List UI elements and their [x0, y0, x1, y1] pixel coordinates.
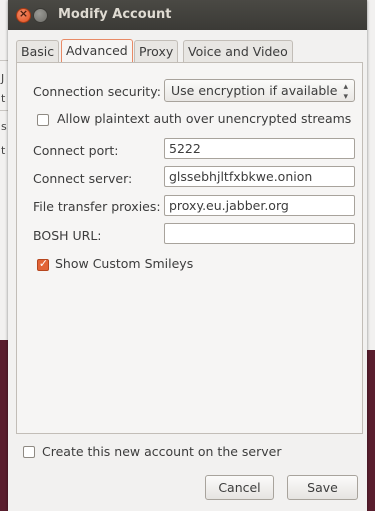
create-account-checkbox[interactable]: [23, 446, 35, 458]
connection-security-label: Connection security:: [33, 84, 161, 99]
background-text: t: [1, 144, 6, 157]
file-transfer-proxies-label: File transfer proxies:: [33, 199, 161, 214]
create-account-label: Create this new account on the server: [42, 444, 282, 459]
tab-basic[interactable]: Basic: [16, 40, 60, 62]
updown-arrow-icon: ▴ ▾: [343, 82, 348, 102]
tab-voice-and-video[interactable]: Voice and Video: [183, 40, 293, 62]
allow-plaintext-label: Allow plaintext auth over unencrypted st…: [57, 111, 352, 126]
connect-port-label: Connect port:: [33, 143, 119, 158]
cancel-button[interactable]: Cancel: [205, 475, 274, 500]
window-title: Modify Account: [58, 7, 172, 22]
minimize-button[interactable]: [33, 8, 48, 23]
bosh-url-input[interactable]: [164, 223, 355, 244]
close-button[interactable]: ×: [16, 7, 31, 23]
modify-account-dialog: × Modify Account Basic Advanced Proxy Vo…: [8, 0, 367, 511]
tab-proxy[interactable]: Proxy: [134, 40, 179, 62]
background-text: s: [1, 120, 7, 133]
show-custom-smileys-checkbox[interactable]: ✓: [37, 257, 49, 271]
bosh-url-label: BOSH URL:: [33, 228, 102, 243]
connection-security-select[interactable]: Use encryption if available ▴ ▾: [164, 79, 355, 102]
background-text: t: [1, 92, 6, 105]
connect-port-input[interactable]: [164, 138, 355, 159]
connection-security-value: Use encryption if available: [171, 83, 338, 98]
checkmark-icon: ✓: [38, 257, 49, 270]
show-custom-smileys-label: Show Custom Smileys: [55, 256, 194, 271]
save-button[interactable]: Save: [287, 475, 358, 500]
advanced-panel: Connection security: Use encryption if a…: [16, 62, 363, 434]
background-desktop-right: [367, 350, 375, 511]
file-transfer-proxies-input[interactable]: [164, 195, 355, 216]
background-text: J: [1, 72, 5, 85]
connect-server-label: Connect server:: [33, 171, 133, 186]
title-bar: × Modify Account: [8, 0, 367, 30]
close-icon: ×: [18, 7, 29, 20]
tab-advanced[interactable]: Advanced: [61, 39, 133, 63]
connect-server-input[interactable]: [164, 166, 355, 187]
allow-plaintext-checkbox[interactable]: [37, 114, 49, 126]
